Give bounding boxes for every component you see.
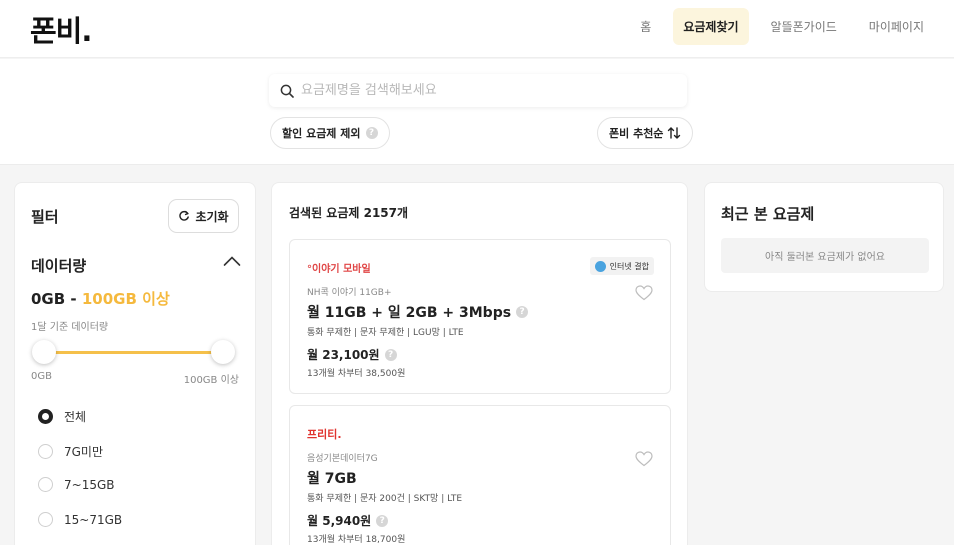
data-option-7-15gb[interactable]: 7~15GB: [38, 477, 115, 492]
range-low: 0GB: [31, 290, 66, 308]
plan-data-value: 월 7GB: [307, 471, 357, 487]
radio-selected[interactable]: [38, 409, 53, 424]
data-option-15-71gb[interactable]: 15~71GB: [38, 512, 122, 527]
help-icon[interactable]: ?: [365, 127, 378, 139]
sort-button[interactable]: 폰비 추천순: [597, 117, 694, 149]
data-option-under-7g[interactable]: 7G미만: [38, 443, 103, 460]
recent-empty-message: 아직 둘러본 요금제가 없어요: [721, 238, 929, 273]
plan-specs: 통화 무제한 | 문자 무제한 | LGU망 | LTE: [307, 328, 464, 338]
heart-icon[interactable]: [635, 451, 653, 467]
search-section: 할인 요금제 제외 ? 폰비 추천순: [0, 59, 954, 165]
results-panel: 검색된 요금제 2157개 °이야기 모바일 인터넷 결합 NH콕 이야기 11…: [272, 183, 687, 545]
help-icon[interactable]: ?: [376, 514, 389, 527]
plan-data-value: 월 11GB + 일 2GB + 3Mbps: [307, 305, 512, 321]
plan-price: 월 5,940원 ?: [307, 512, 389, 529]
carrier-logo: °이야기 모바일: [307, 264, 371, 275]
recent-title: 최근 본 요금제: [721, 205, 815, 223]
radio[interactable]: [38, 444, 53, 459]
search-icon: [280, 84, 294, 98]
slider-min-label: 0GB: [31, 371, 52, 382]
results-count: 검색된 요금제 2157개: [289, 206, 409, 220]
plan-card[interactable]: °이야기 모바일 인터넷 결합 NH콕 이야기 11GB+ 월 11GB + 일…: [289, 239, 671, 394]
reset-button[interactable]: 초기화: [168, 199, 239, 233]
nav-plan-search[interactable]: 요금제찾기: [673, 8, 749, 45]
option-label: 7G미만: [64, 445, 104, 459]
chevron-up-icon[interactable]: [223, 255, 241, 267]
search-box[interactable]: [269, 74, 687, 107]
search-input[interactable]: [301, 83, 661, 98]
plan-data-amount: 월 11GB + 일 2GB + 3Mbps ?: [307, 302, 529, 322]
plan-data-amount: 월 7GB: [307, 468, 357, 488]
range-separator: -: [65, 290, 82, 308]
option-label: 7~15GB: [64, 477, 115, 492]
radio[interactable]: [38, 512, 53, 527]
plan-price: 월 23,100원 ?: [307, 346, 397, 363]
exclude-discount-toggle[interactable]: 할인 요금제 제외 ?: [270, 117, 390, 149]
data-option-all[interactable]: 전체: [38, 408, 86, 425]
main-nav: 홈 요금제찾기 알뜰폰가이드 마이페이지: [618, 8, 934, 45]
nav-home[interactable]: 홈: [630, 8, 661, 45]
plan-name: 음성기본데이터7G: [307, 454, 378, 464]
recent-plans-panel: 최근 본 요금제 아직 둘러본 요금제가 없어요: [705, 183, 943, 291]
sort-label: 폰비 추천순: [609, 127, 664, 140]
exclude-discount-label: 할인 요금제 제외: [282, 127, 361, 140]
help-icon[interactable]: ?: [384, 348, 397, 361]
option-label: 전체: [64, 410, 87, 424]
nav-mvno-guide[interactable]: 알뜰폰가이드: [761, 8, 847, 45]
data-range-subtitle: 1달 기준 데이터량: [31, 322, 109, 333]
slider-max-handle[interactable]: [211, 340, 235, 364]
slider-max-label: 100GB 이상: [183, 375, 239, 386]
plan-after-price: 13개월 차부터 18,700원: [307, 535, 406, 545]
sort-arrows-icon: [668, 127, 681, 139]
data-range-value: 0GB - 100GB 이상: [31, 288, 170, 309]
carrier-logo: 프리티.: [307, 428, 342, 441]
plan-after-price: 13개월 차부터 38,500원: [307, 369, 406, 379]
plan-price-value: 월 23,100원: [307, 348, 380, 362]
top-header: 폰비. 홈 요금제찾기 알뜰폰가이드 마이페이지: [0, 0, 954, 58]
reset-label: 초기화: [195, 209, 229, 224]
range-high: 100GB 이상: [81, 290, 170, 308]
filter-title: 필터: [31, 208, 59, 226]
plan-price-value: 월 5,940원: [307, 514, 372, 528]
globe-icon: [594, 260, 606, 272]
plan-specs: 통화 무제한 | 문자 200건 | SKT망 | LTE: [307, 494, 463, 504]
refresh-icon: [179, 210, 190, 221]
heart-icon[interactable]: [635, 285, 653, 301]
nav-mypage[interactable]: 마이페이지: [859, 8, 934, 45]
site-logo[interactable]: 폰비.: [30, 8, 92, 50]
plan-card[interactable]: 프리티. 음성기본데이터7G 월 7GB 통화 무제한 | 문자 200건 | …: [289, 405, 671, 545]
internet-bundle-badge: 인터넷 결합: [589, 257, 654, 275]
help-icon[interactable]: ?: [516, 306, 529, 318]
plan-name: NH콕 이야기 11GB+: [307, 288, 392, 298]
option-label: 15~71GB: [64, 512, 123, 527]
filter-panel: 필터 초기화 데이터량 0GB - 100GB 이상 1달 기준 데이터량 0G…: [15, 183, 255, 545]
badge-label: 인터넷 결합: [609, 261, 649, 271]
radio[interactable]: [38, 477, 53, 492]
data-amount-title: 데이터량: [31, 257, 87, 275]
data-slider-track[interactable]: [43, 351, 223, 354]
slider-min-handle[interactable]: [32, 340, 56, 364]
